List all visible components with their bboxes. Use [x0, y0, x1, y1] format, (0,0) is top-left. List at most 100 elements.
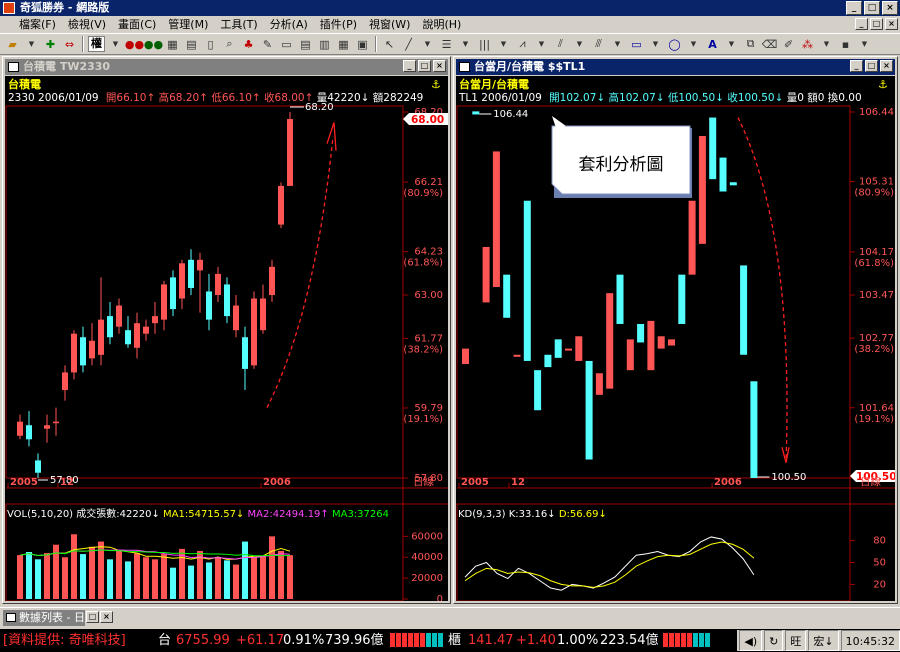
menu-file[interactable]: 檔案(F): [14, 16, 61, 33]
gann-icon[interactable]: ⫽: [552, 36, 569, 53]
copy-icon[interactable]: ⧉: [742, 36, 759, 53]
title-bar: 奇狐勝券 - 網路版 _ □ ×: [0, 0, 900, 16]
menu-window[interactable]: 視窗(W): [364, 16, 415, 33]
candle-body: [152, 316, 158, 324]
layout-3-icon[interactable]: ▥: [316, 36, 333, 53]
candle-body: [170, 277, 176, 310]
text-tool-icon[interactable]: A: [704, 36, 721, 53]
price-axis-pct: (38.2%): [854, 344, 894, 355]
cursor-icon[interactable]: ↖: [381, 36, 398, 53]
color-palette-icon[interactable]: ⁂: [799, 36, 816, 53]
fan-lines-icon[interactable]: ⩘: [514, 36, 531, 53]
data-list-tab[interactable]: 數據列表 - 日: [3, 610, 85, 626]
right-chart-window[interactable]: 台當月/台積電 $$TL1 _ □ × 台當月/台積電 ⚓ TL1 2006/0…: [453, 56, 898, 604]
right-period-label[interactable]: 日線: [860, 475, 881, 488]
dropdown-arrow-icon[interactable]: ▼: [23, 36, 40, 53]
anchor-icon[interactable]: ⚓: [878, 78, 888, 91]
vertical-lines-icon[interactable]: |||: [476, 36, 493, 53]
dropdown-arrow-icon[interactable]: ▼: [571, 36, 588, 53]
minimize-button[interactable]: _: [846, 1, 862, 15]
volume-axis-label: 20000: [411, 573, 443, 584]
right-chart-titlebar[interactable]: 台當月/台積電 $$TL1 _ □ ×: [456, 59, 895, 75]
task-restore-button[interactable]: □: [86, 611, 99, 623]
layout-2-icon[interactable]: ▤: [297, 36, 314, 53]
left-chart-window[interactable]: 台積電 TW2330 _ □ × 台積電 ⚓ 2330 2006/01/09 開…: [2, 56, 451, 604]
brush-icon[interactable]: ✐: [780, 36, 797, 53]
dropdown-arrow-icon[interactable]: ▼: [457, 36, 474, 53]
pen-icon[interactable]: ✎: [259, 36, 276, 53]
dropdown-arrow-icon[interactable]: ▼: [107, 36, 124, 53]
menu-manage[interactable]: 管理(M): [163, 16, 213, 33]
mdi-close-button[interactable]: ×: [885, 18, 898, 30]
mdi-restore-button[interactable]: □: [870, 18, 883, 30]
callout-text: 套利分析圖: [579, 155, 664, 175]
dropdown-arrow-icon[interactable]: ▼: [533, 36, 550, 53]
arrows-icon[interactable]: ⇔: [61, 36, 78, 53]
mdi-minimize-button[interactable]: _: [855, 18, 868, 30]
refresh-icon[interactable]: ↻: [764, 630, 784, 651]
left-close-button[interactable]: ×: [433, 60, 446, 72]
menu-analysis[interactable]: 分析(A): [265, 16, 313, 33]
chart-window-icon[interactable]: ▣: [354, 36, 371, 53]
dropdown-arrow-icon[interactable]: ▼: [856, 36, 873, 53]
close-button[interactable]: ×: [882, 1, 898, 15]
book-icon[interactable]: ▯: [202, 36, 219, 53]
menu-tools[interactable]: 工具(T): [215, 16, 262, 33]
layout-1-icon[interactable]: ▭: [278, 36, 295, 53]
volume-bar: [242, 541, 248, 599]
candle-body: [565, 348, 572, 351]
twse-index-amount: 739.96億: [325, 633, 384, 648]
indicator-icon[interactable]: ▦: [164, 36, 181, 53]
candle-body: [80, 337, 86, 366]
left-price-chart[interactable]: 台積電 ⚓ 2330 2006/01/09 開66.10↑ 高68.20↑ 低6…: [5, 76, 448, 601]
rectangle-icon[interactable]: ▭: [628, 36, 645, 53]
dropdown-arrow-icon[interactable]: ▼: [609, 36, 626, 53]
price-axis-pct: (80.9%): [403, 188, 443, 199]
menu-help[interactable]: 說明(H): [417, 16, 466, 33]
alarm-icon[interactable]: ♣: [240, 36, 257, 53]
dropdown-arrow-icon[interactable]: ▼: [495, 36, 512, 53]
save-icon[interactable]: ▪: [837, 36, 854, 53]
left-minimize-button[interactable]: _: [403, 60, 416, 72]
left-chart-titlebar[interactable]: 台積電 TW2330 _ □ ×: [5, 59, 448, 75]
navigate-icon[interactable]: ✚: [42, 36, 59, 53]
dropdown-arrow-icon[interactable]: ▼: [818, 36, 835, 53]
compare-icon[interactable]: ●●: [144, 36, 163, 53]
right-close-button[interactable]: ×: [880, 60, 893, 72]
maximize-button[interactable]: □: [864, 1, 880, 15]
left-period-label[interactable]: 日線: [413, 475, 434, 488]
menu-screen[interactable]: 畫面(C): [113, 16, 161, 33]
speaker-icon[interactable]: ◀): [739, 630, 763, 651]
right-price-chart[interactable]: 台當月/台積電 ⚓ TL1 2006/01/09 開102.07↓ 高102.0…: [456, 76, 895, 601]
candle-body: [17, 421, 23, 436]
search-icon[interactable]: ⌕: [221, 36, 238, 53]
dropdown-arrow-icon[interactable]: ▼: [685, 36, 702, 53]
price-axis-pct: (61.8%): [854, 258, 894, 269]
right-chart-body[interactable]: 台當月/台積電 ⚓ TL1 2006/01/09 開102.07↓ 高102.0…: [456, 76, 895, 601]
price-axis-pct: (80.9%): [854, 188, 894, 199]
right-minimize-button[interactable]: _: [850, 60, 863, 72]
menu-plugins[interactable]: 插件(P): [315, 16, 362, 33]
left-chart-body[interactable]: 台積電 ⚓ 2330 2006/01/09 開66.10↑ 高68.20↑ 低6…: [5, 76, 448, 601]
menu-view[interactable]: 檢視(V): [63, 16, 111, 33]
list-icon[interactable]: ▤: [183, 36, 200, 53]
right-price-axis: 106.44 105.31(80.9%) 104.17(61.8%) 103.47 10…: [850, 107, 894, 484]
anchor-icon[interactable]: ⚓: [431, 78, 441, 91]
channel-icon[interactable]: ⫻: [590, 36, 607, 53]
fibonacci-icon[interactable]: ☰: [438, 36, 455, 53]
rights-adjust-button[interactable]: 權: [88, 36, 105, 52]
dropdown-arrow-icon[interactable]: ▼: [647, 36, 664, 53]
right-low-label: 100.50: [771, 472, 806, 483]
dropdown-arrow-icon[interactable]: ▼: [723, 36, 740, 53]
right-maximize-button[interactable]: □: [865, 60, 878, 72]
eraser-icon[interactable]: ⌫: [761, 36, 778, 53]
left-maximize-button[interactable]: □: [418, 60, 431, 72]
volume-bar: [206, 562, 212, 599]
line-tool-icon[interactable]: ╱: [400, 36, 417, 53]
open-folder-icon[interactable]: ▰: [4, 36, 21, 53]
task-close-button[interactable]: ×: [100, 611, 113, 623]
ellipse-icon[interactable]: ◯: [666, 36, 683, 53]
record-icon[interactable]: ●●: [125, 36, 144, 53]
dropdown-arrow-icon[interactable]: ▼: [419, 36, 436, 53]
layout-4-icon[interactable]: ▦: [335, 36, 352, 53]
